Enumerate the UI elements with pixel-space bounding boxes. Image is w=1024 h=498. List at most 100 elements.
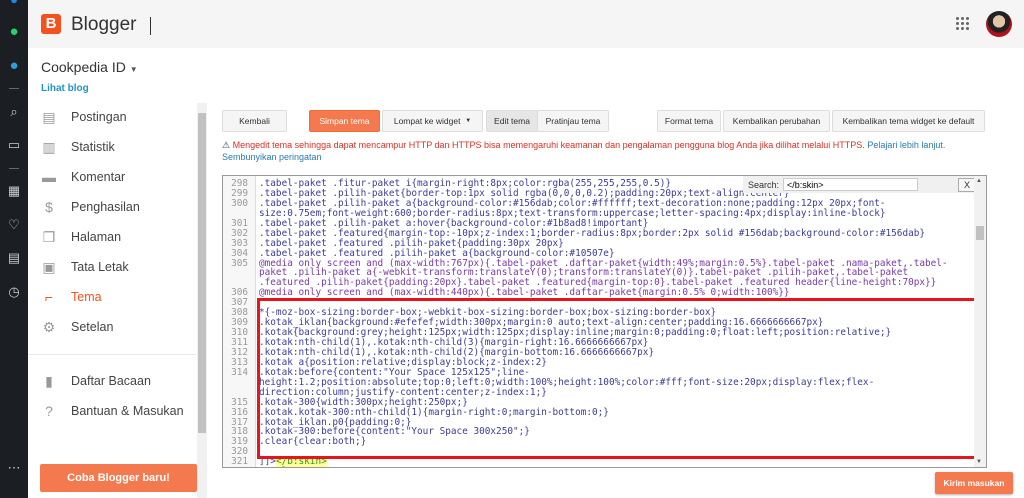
sidebar-item-halaman[interactable]: ❐ Halaman [41,227,121,247]
code-lines[interactable]: 298 .tabel-paket .fitur-paket i{margin-ri… [223,179,975,468]
sidebar-item-label: Bantuan & Masukan [71,404,184,418]
messenger-icon[interactable]: ● [6,0,22,8]
learn-more-link[interactable]: Pelajari lebih lanjut. [867,140,945,150]
sidebar-item-tema[interactable]: ⌐ Tema [41,287,102,307]
line-text: <style type='text/css'> [259,467,389,468]
sidebar-item-setelan[interactable]: ⚙ Setelan [41,317,114,337]
line-number: 305 [231,257,248,269]
edit-theme-tab[interactable]: Edit tema [486,110,538,132]
preview-theme-tab[interactable]: Pratinjau tema [537,110,609,132]
sidebar-item-bantuan[interactable]: ? Bantuan & Masukan [41,401,184,421]
sidebar-item-label: Tata Letak [71,260,129,274]
line-text: .kotak:before{content:"Your Space 125x12… [259,366,875,398]
sidebar-item-postingan[interactable]: ▤ Postingan [41,107,127,127]
blog-selector[interactable]: Cookpedia ID ▼ [41,59,138,75]
line-number: 304 [231,247,248,259]
jump-to-widget-dropdown[interactable]: Lompat ke widget ▼ [382,110,483,132]
code-line: 305 @media only screen and (max-width:767… [223,257,975,289]
divider [28,354,196,355]
code-line: 319 .clear{clear:both;} [223,437,975,447]
sidebar-item-label: Tema [71,290,102,304]
help-icon: ? [45,403,53,419]
code-editor[interactable]: 298 .tabel-paket .fitur-paket i{margin-ri… [222,175,987,468]
sidebar-item-label: Daftar Bacaan [71,374,151,388]
code-line: 322 <style type='text/css'> [231,467,389,468]
line-text: @media only screen and (max-width:767px)… [259,257,948,289]
reset-widgets-button[interactable]: Kembalikan tema widget ke default [832,110,985,132]
line-text: .tabel-paket .pilih-paket a{background-c… [259,197,886,219]
search-input[interactable] [783,178,919,191]
search-bar: Search: X [743,176,983,193]
stats-icon: ▥ [42,139,56,155]
sidebar-item-penghasilan[interactable]: $ Penghasilan [41,197,140,217]
sidebar-item-tata-letak[interactable]: ▣ Tata Letak [41,257,129,277]
scroll-up-icon[interactable]: ▲ [976,178,982,184]
avatar[interactable] [986,11,1012,37]
scroll-down-icon[interactable]: ▼ [976,459,982,465]
sidebar-item-label: Postingan [71,110,127,124]
scrollbar-thumb[interactable] [976,226,984,240]
divider [9,88,19,89]
blogger-logo[interactable]: B [41,14,61,34]
mixed-content-warning: ⚠ Mengedit tema sehingga dapat mencampur… [222,139,987,163]
sidebar-item-label: Setelan [71,320,114,334]
sidebar-scrollbar[interactable] [197,103,207,498]
line-text: .kotak.kotak-300:nth-child(1){margin-rig… [259,406,609,418]
layout-icon: ▣ [42,259,56,275]
line-number: 322 [231,467,248,468]
app-header: B Blogger [28,0,1024,48]
try-new-blogger-button[interactable]: Coba Blogger baru! [40,464,197,492]
divider [150,17,151,35]
search-icon[interactable]: ⌕ [6,104,22,120]
caret-down-icon: ▼ [465,118,472,124]
view-blog-link[interactable]: Lihat blog [41,83,89,94]
code-line: 306 @media only screen and (max-width:440… [223,288,975,298]
send-feedback-button[interactable]: Kirim masukan [935,472,1013,494]
sidebar-item-daftar-bacaan[interactable]: ▮ Daftar Bacaan [41,371,151,391]
line-text: @media only screen and (max-width:440px)… [259,287,790,299]
divider [9,168,19,169]
code-line: 304 .tabel-paket .featured .pilih-paket a… [223,247,975,259]
code-line: 320 [223,447,975,457]
sidebar-item-label: Statistik [71,140,115,154]
sidebar-item-label: Komentar [71,170,126,184]
apps-grid-icon[interactable] [956,17,970,31]
revert-changes-button[interactable]: Kembalikan perubahan [723,110,830,132]
scrollbar-thumb[interactable] [198,113,206,433]
posts-icon: ▤ [42,109,56,125]
search-label: Search: [748,179,780,190]
format-theme-button[interactable]: Format tema [657,110,721,132]
grid-icon[interactable]: ▦ [6,183,22,199]
hide-warning-link[interactable]: Sembunyikan peringatan [222,152,322,162]
sidebar-item-label: Penghasilan [71,200,140,214]
app-title: Blogger [71,14,137,35]
caret-down-icon: ▼ [129,65,138,74]
line-number: 316 [231,406,248,418]
telegram-icon[interactable]: ● [6,58,22,74]
pages-icon: ❐ [42,229,56,245]
code-line: 300 .tabel-paket .pilih-paket a{backgroun… [223,197,975,219]
comment-icon: ▬ [42,169,56,185]
more-icon[interactable]: ⋯ [6,460,22,476]
heart-icon[interactable]: ♡ [6,217,22,233]
os-app-strip: ● ● ● ⌕ ▭ ▦ ♡ ▤ ◷ ⋯ [0,0,28,498]
sidebar-item-statistik[interactable]: ▥ Statistik [41,137,115,157]
sidebar-item-komentar[interactable]: ▬ Komentar [41,167,125,187]
clock-icon[interactable]: ◷ [6,284,22,300]
line-number: 314 [231,366,248,378]
blog-name: Cookpedia ID [41,59,126,75]
jump-label: Lompat ke widget [393,116,461,126]
code-line: 316 .kotak.kotak-300:nth-child(1){margin-… [223,406,975,418]
warning-text: Mengedit tema sehingga dapat mencampur H… [232,140,865,150]
wallet-icon[interactable]: ▭ [6,137,22,153]
sidebar-item-label: Halaman [71,230,122,244]
editor-scrollbar[interactable]: ▲ ▼ [974,176,986,467]
code-line: 314 .kotak:before{content:"Your Space 125… [223,366,975,398]
warning-icon: ⚠ [222,140,231,150]
whatsapp-icon[interactable]: ● [6,24,22,40]
back-button[interactable]: Kembali [222,110,287,132]
gear-icon: ⚙ [42,319,56,335]
save-theme-button[interactable]: Simpan tema [309,110,380,132]
line-number: 300 [231,197,248,209]
news-icon[interactable]: ▤ [6,250,22,266]
